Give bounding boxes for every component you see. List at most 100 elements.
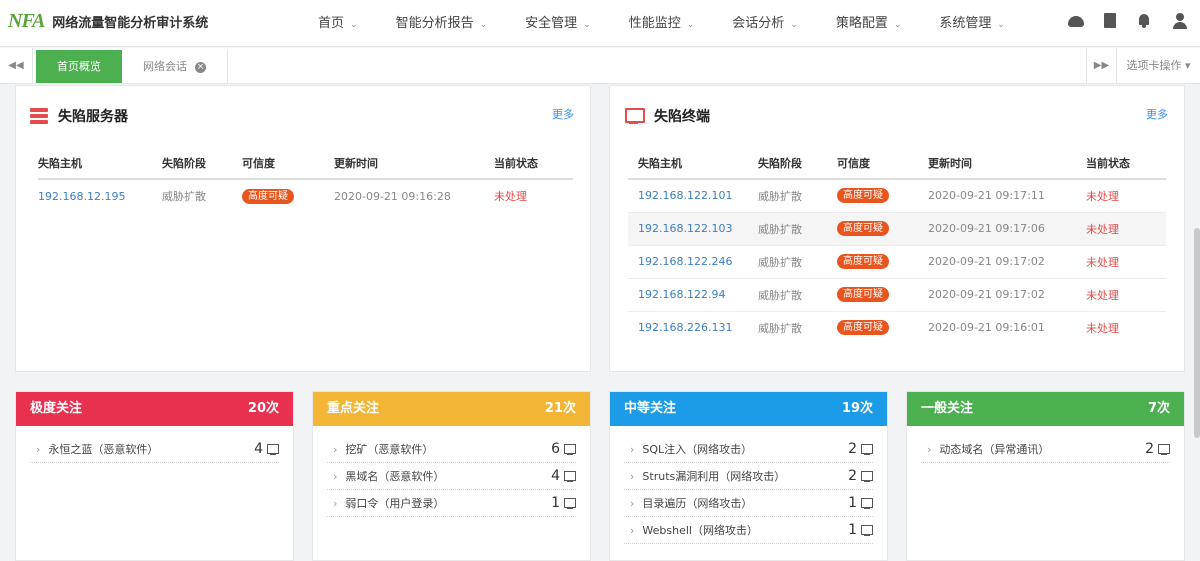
chevron-right-icon: › — [333, 497, 338, 510]
app-logo[interactable]: NFA 网络流量智能分析审计系统 — [8, 10, 208, 33]
table-row: 192.168.122.246 威胁扩散 高度可疑 2020-09-21 09:… — [628, 245, 1166, 279]
count-value: 2 — [848, 441, 857, 457]
level-title: 中等关注 — [624, 401, 677, 416]
nav-security[interactable]: 安全管理 ⌄ — [525, 0, 591, 47]
nav-label: 首页 — [318, 16, 345, 31]
chevron-right-icon: › — [333, 443, 338, 456]
card-title: 失陷终端 — [654, 109, 710, 125]
top-navbar: NFA 网络流量智能分析审计系统 首页 ⌄ 智能分析报告 ⌄ 安全管理 ⌄ 性能监控 ⌄… — [0, 0, 1200, 47]
nav-analysis-report[interactable]: 智能分析报告 ⌄ — [396, 0, 488, 47]
app-title: 网络流量智能分析审计系统 — [52, 16, 209, 31]
tab-operations-dropdown[interactable]: 选项卡操作 ▾ — [1116, 48, 1200, 84]
level-count: 7次 — [1147, 401, 1170, 416]
list-item[interactable]: › 弱口令（用户登录） 1 — [327, 490, 576, 517]
table-row: 192.168.122.94 威胁扩散 高度可疑 2020-09-21 09:1… — [628, 278, 1166, 312]
host-link[interactable]: 192.168.122.101 — [628, 179, 758, 213]
time-cell: 2020-09-21 09:17:02 — [928, 245, 1086, 279]
item-text: Webshell（网络攻击） — [642, 524, 758, 537]
status-cell: 未处理 — [1086, 179, 1166, 213]
card-title: 失陷服务器 — [58, 109, 128, 125]
item-count: 2 — [1145, 441, 1170, 457]
stage-cell: 威胁扩散 — [758, 179, 837, 213]
tab-prev-icon[interactable]: ◀◀ — [0, 48, 33, 84]
count-value: 1 — [551, 495, 560, 511]
col-status: 当前状态 — [1086, 147, 1166, 180]
close-icon[interactable]: × — [195, 61, 206, 73]
tab-overview[interactable]: 首页概览 — [36, 50, 122, 83]
list-item[interactable]: › 黑域名（恶意软件） 4 — [327, 463, 576, 490]
host-link[interactable]: 192.168.122.94 — [628, 278, 758, 312]
list-item[interactable]: › Webshell（网络攻击） 1 — [624, 517, 873, 544]
item-label: › SQL注入（网络攻击） — [624, 441, 752, 457]
item-text: 黑域名（恶意软件） — [345, 470, 445, 483]
item-label: › 弱口令（用户登录） — [327, 495, 444, 511]
nav-label: 策略配置 — [835, 16, 888, 31]
list-item[interactable]: › 挖矿（恶意软件） 6 — [327, 436, 576, 463]
item-count: 4 — [551, 468, 576, 484]
tab-next-icon[interactable]: ▶▶ — [1086, 48, 1116, 84]
list-item[interactable]: › 永恒之蓝（恶意软件） 4 — [30, 436, 279, 463]
chevron-down-icon: ⌄ — [479, 20, 488, 30]
nav-policy[interactable]: 策略配置 ⌄ — [836, 0, 902, 47]
item-count: 1 — [848, 522, 873, 538]
book-icon[interactable] — [1104, 13, 1116, 28]
monitor-icon — [564, 471, 576, 482]
level-header: 重点关注 21次 — [313, 392, 590, 426]
bell-icon[interactable] — [1136, 13, 1152, 29]
list-item[interactable]: › 动态域名（异常通讯） 2 — [921, 436, 1170, 463]
item-count: 1 — [551, 495, 576, 511]
chevron-right-icon: › — [630, 470, 635, 483]
col-status: 当前状态 — [494, 147, 573, 180]
list-item[interactable]: › 目录遍历（网络攻击） 1 — [624, 490, 873, 517]
list-item[interactable]: › Struts漏洞利用（网络攻击） 2 — [624, 463, 873, 490]
cloud-user-icon[interactable] — [1068, 16, 1084, 27]
nav-label: 系统管理 — [939, 16, 992, 31]
host-link[interactable]: 192.168.122.246 — [628, 245, 758, 279]
item-text: 目录遍历（网络攻击） — [642, 497, 753, 510]
stage-cell: 威胁扩散 — [758, 321, 802, 335]
host-link[interactable]: 192.168.12.195 — [38, 179, 162, 212]
card-header: 失陷服务器 — [30, 106, 128, 126]
medium-concern-card: 中等关注 19次 › SQL注入（网络攻击） 2 › Struts漏洞利用（网络攻击）… — [609, 391, 888, 561]
more-link[interactable]: 更多 — [1146, 106, 1168, 122]
col-credibility: 可信度 — [837, 147, 928, 180]
item-text: SQL注入（网络攻击） — [642, 443, 753, 456]
item-text: 永恒之蓝（恶意软件） — [48, 443, 159, 456]
status-cell: 未处理 — [1086, 212, 1166, 246]
item-text: 弱口令（用户登录） — [345, 497, 445, 510]
item-label: › Webshell（网络攻击） — [624, 522, 758, 538]
col-credibility: 可信度 — [242, 147, 334, 180]
chevron-right-icon: › — [36, 443, 41, 456]
page-scrollbar[interactable] — [1194, 228, 1200, 438]
chevron-right-icon: › — [333, 470, 338, 483]
item-label: › 永恒之蓝（恶意软件） — [30, 441, 158, 457]
item-label: › 动态域名（异常通讯） — [921, 441, 1049, 457]
chevron-right-icon: › — [927, 443, 932, 456]
item-label: › 目录遍历（网络攻击） — [624, 495, 752, 511]
server-icon — [30, 108, 48, 124]
list-item[interactable]: › SQL注入（网络攻击） 2 — [624, 436, 873, 463]
user-icon[interactable] — [1172, 13, 1188, 29]
host-link[interactable]: 192.168.226.131 — [628, 311, 758, 344]
host-link[interactable]: 192.168.122.103 — [628, 212, 758, 246]
credibility-cell: 高度可疑 — [242, 179, 334, 212]
status-cell: 未处理 — [1086, 245, 1166, 279]
nav-system[interactable]: 系统管理 ⌄ — [939, 0, 1005, 47]
count-value: 4 — [551, 468, 560, 484]
nav-performance[interactable]: 性能监控 ⌄ — [629, 0, 695, 47]
level-count: 21次 — [544, 401, 576, 416]
table-row: 192.168.122.101 威胁扩散 高度可疑 2020-09-21 09:… — [628, 179, 1166, 213]
nav-session[interactable]: 会话分析 ⌄ — [732, 0, 798, 47]
col-stage: 失陷阶段 — [162, 147, 242, 180]
nav-home[interactable]: 首页 ⌄ — [318, 0, 358, 47]
nav-label: 性能监控 — [628, 16, 681, 31]
tab-label: 网络会话 — [143, 60, 187, 73]
tab-network-session[interactable]: 网络会话 × — [122, 50, 228, 83]
key-concern-card: 重点关注 21次 › 挖矿（恶意软件） 6 › 黑域名（恶意软件） 4 › 弱口令（用户登… — [312, 391, 591, 561]
col-host: 失陷主机 — [628, 147, 758, 180]
nav-label: 安全管理 — [525, 16, 578, 31]
item-count: 1 — [848, 495, 873, 511]
time-cell: 2020-09-21 09:17:11 — [928, 179, 1086, 213]
count-value: 6 — [551, 441, 560, 457]
more-link[interactable]: 更多 — [552, 106, 574, 122]
